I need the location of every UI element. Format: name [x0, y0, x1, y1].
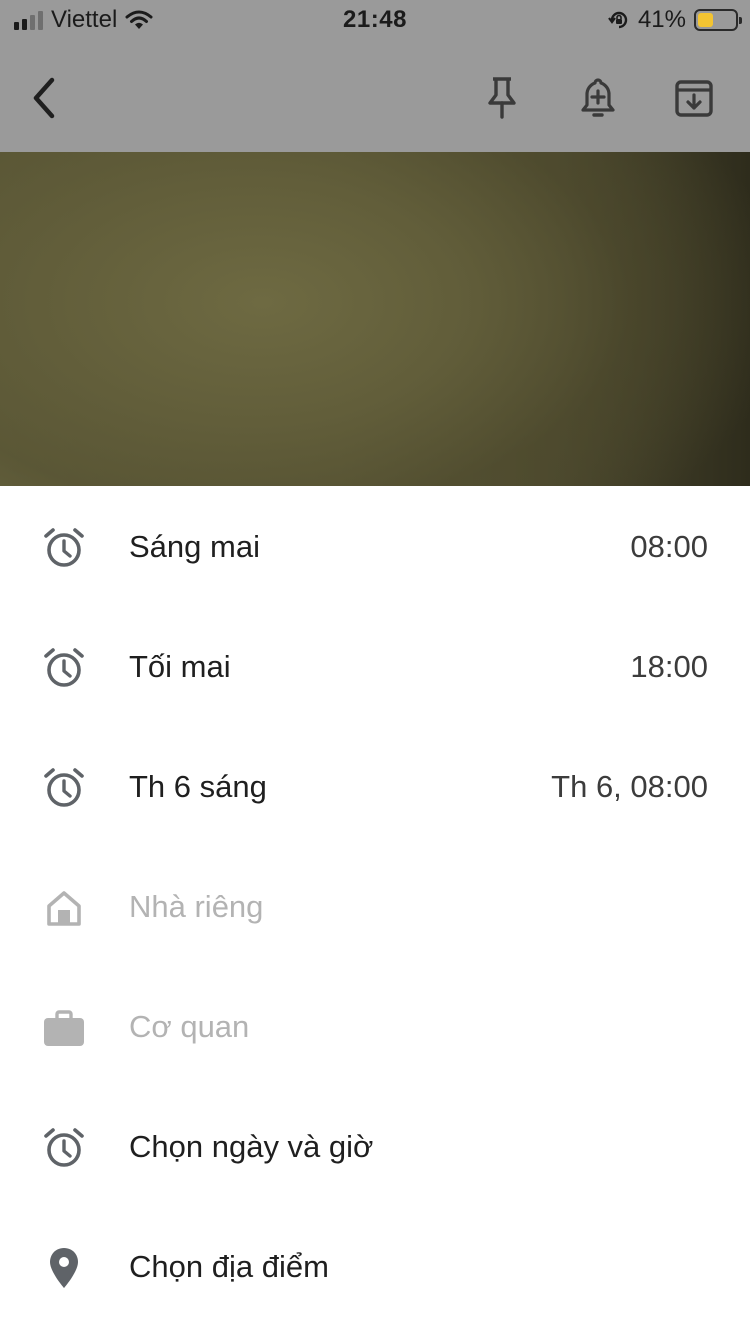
option-time: 18:00 — [630, 649, 708, 684]
option-time: Th 6, 08:00 — [551, 769, 708, 804]
top-app-bar: Viettel 21:48 41% — [0, 0, 750, 152]
status-bar: Viettel 21:48 41% — [0, 0, 750, 40]
add-reminder-icon — [581, 78, 615, 117]
battery-fill — [698, 13, 713, 27]
status-right-group: 41% — [608, 6, 742, 34]
option-label: Chọn ngày và giờ — [129, 1129, 374, 1164]
option-label: Nhà riêng — [129, 889, 264, 924]
reminder-option-friday-morning[interactable]: Th 6 sáng Th 6, 08:00 — [0, 726, 750, 846]
location-pin-icon — [40, 1244, 88, 1292]
reminder-sheet: Sáng mai 08:00 Tối mai 18:00 Th 6 sáng T… — [0, 486, 750, 1334]
battery-percent: 41% — [637, 6, 686, 33]
option-label: Th 6 sáng — [129, 769, 267, 804]
reminder-option-pick-date-time[interactable]: Chọn ngày và giờ — [0, 1086, 750, 1206]
option-label: Sáng mai — [129, 529, 260, 564]
alarm-icon — [40, 1124, 88, 1172]
reminder-option-home: Nhà riêng — [0, 846, 750, 966]
alarm-icon — [40, 764, 88, 812]
pin-icon — [488, 77, 516, 119]
back-arrow-icon — [33, 77, 55, 119]
pin-button[interactable] — [474, 70, 530, 126]
home-icon — [40, 884, 88, 932]
note-image — [0, 152, 750, 486]
reminder-option-tomorrow-morning[interactable]: Sáng mai 08:00 — [0, 486, 750, 606]
back-button[interactable] — [16, 70, 72, 126]
briefcase-icon — [40, 1004, 88, 1052]
option-time: 08:00 — [630, 529, 708, 564]
archive-icon — [675, 80, 713, 117]
reminder-option-pick-place[interactable]: Chọn địa điểm — [0, 1206, 750, 1326]
battery-icon — [694, 9, 742, 31]
reminder-option-tomorrow-evening[interactable]: Tối mai 18:00 — [0, 606, 750, 726]
option-label: Tối mai — [129, 649, 231, 684]
archive-button[interactable] — [666, 70, 722, 126]
orientation-lock-icon — [608, 11, 628, 29]
reminder-option-work: Cơ quan — [0, 966, 750, 1086]
option-label: Cơ quan — [129, 1009, 250, 1044]
alarm-icon — [40, 644, 88, 692]
alarm-icon — [40, 524, 88, 572]
add-reminder-button[interactable] — [570, 70, 626, 126]
option-label: Chọn địa điểm — [129, 1249, 329, 1284]
